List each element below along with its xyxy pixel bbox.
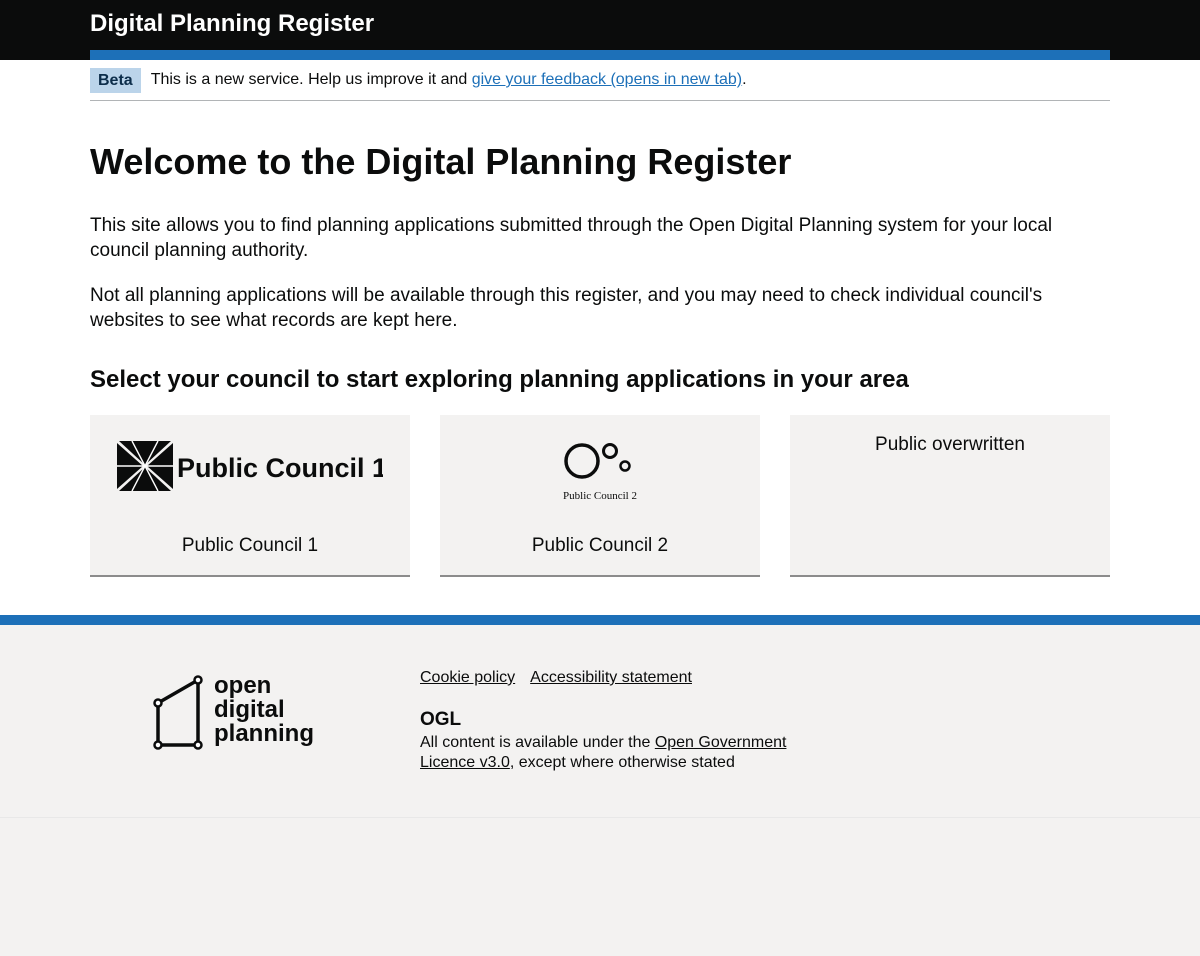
page-title: Welcome to the Digital Planning Register [90, 141, 792, 182]
council-2-logo: Public Council 2 [440, 441, 760, 503]
svg-text:Public Council 2: Public Council 2 [563, 490, 637, 502]
phase-banner: Beta This is a new service. Help us impr… [90, 60, 1110, 101]
header-accent-bar [90, 50, 1110, 60]
accessibility-statement-link[interactable]: Accessibility statement [530, 669, 692, 686]
footer-links: Cookie policy Accessibility statement [420, 669, 707, 687]
open-digital-planning-logo: open digital planning [152, 672, 327, 760]
svg-text:planning: planning [214, 720, 314, 747]
council-card-3[interactable]: Public overwritten [790, 415, 1110, 577]
council-card-3-name: Public overwritten [875, 434, 1025, 455]
notice-paragraph: Not all planning applications will be av… [90, 285, 1043, 331]
council-card-2-name: Public Council 2 [531, 535, 669, 556]
licence-suffix: , except where otherwise stated [509, 754, 735, 771]
council-card-1-name: Public Council 1 [181, 535, 319, 556]
licence-text: All content is available under the [420, 734, 655, 751]
svg-text:Public Council 1: Public Council 1 [177, 453, 383, 483]
ogl-icon: OGL [420, 709, 800, 733]
footer-accent-bar [0, 615, 1200, 625]
intro-paragraph: This site allows you to find planning ap… [90, 215, 1053, 261]
council-1-logo: Public Council 1 [90, 441, 410, 491]
site-header: Digital Planning Register [0, 0, 1200, 60]
council-select-heading: Select your council to start exploring p… [90, 366, 909, 393]
licence-section: OGL All content is available under the O… [420, 709, 800, 773]
svg-text:digital: digital [214, 696, 285, 723]
council-card-1[interactable]: Public Council 1 Public Council 1 [90, 415, 410, 577]
site-footer: open digital planning Cookie policy Acces… [0, 625, 1200, 818]
service-name-link[interactable]: Digital Planning Register [90, 10, 374, 38]
cookie-policy-link[interactable]: Cookie policy [420, 669, 515, 686]
council-card-2[interactable]: Public Council 2 Public Council 2 [440, 415, 760, 577]
council-card-list: Public Council 1 Public Council 1 Public… [90, 415, 1110, 577]
phase-banner-text: This is a new service. Help us improve i… [150, 71, 747, 88]
page-content: Beta This is a new service. Help us impr… [0, 60, 1200, 615]
beta-tag: Beta [90, 67, 141, 93]
svg-text:OGL: OGL [420, 709, 462, 727]
feedback-link[interactable]: give your feedback (opens in new tab) [472, 71, 742, 88]
